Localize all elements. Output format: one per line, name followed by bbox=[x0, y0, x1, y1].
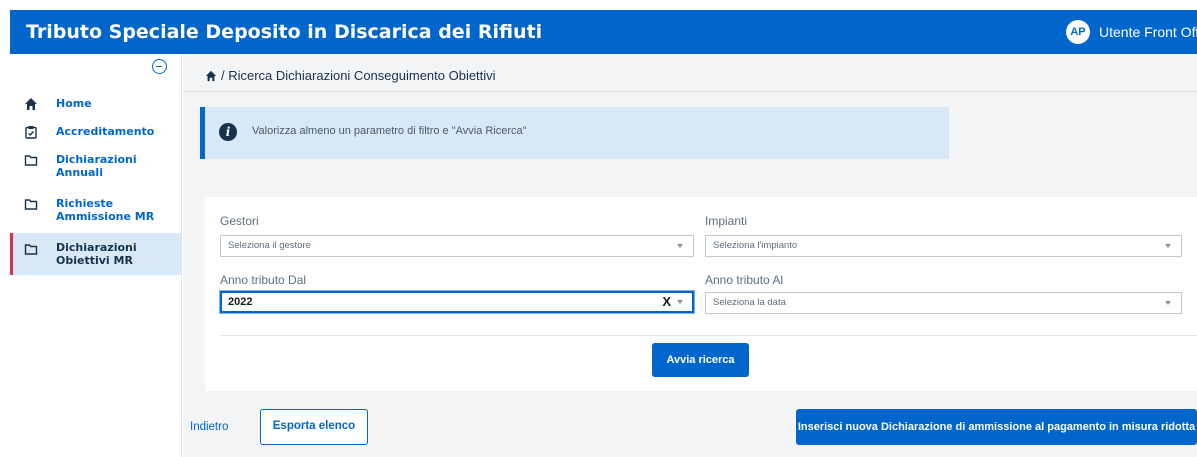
anno-dal-value: 2022 bbox=[228, 296, 253, 308]
main-content: / Ricerca Dichiarazioni Conseguimento Ob… bbox=[183, 54, 1197, 457]
sidebar-item-label: Richieste Ammissione MR bbox=[56, 197, 155, 223]
sidebar-item-richieste-ammissione[interactable]: Richieste Ammissione MR bbox=[10, 192, 181, 226]
anno-al-placeholder: Seleziona la data bbox=[713, 297, 786, 308]
anno-dal-label: Anno tributo Dal bbox=[220, 273, 307, 287]
search-button[interactable]: Avvia ricerca bbox=[652, 343, 749, 377]
anno-dal-select[interactable]: 2022 X bbox=[220, 291, 694, 313]
gestori-placeholder: Seleziona il gestore bbox=[228, 240, 311, 251]
folder-icon bbox=[24, 155, 38, 166]
sidebar-item-dichiarazioni-obiettivi[interactable]: Dichiarazioni Obiettivi MR bbox=[10, 233, 181, 275]
search-form-card: Gestori Seleziona il gestore Impianti Se… bbox=[205, 197, 1197, 391]
user-avatar[interactable]: AP bbox=[1066, 20, 1090, 44]
chevron-down-icon bbox=[1165, 244, 1171, 248]
impianti-placeholder: Seleziona l'impianto bbox=[713, 240, 798, 251]
sidebar-item-dichiarazioni-annuali[interactable]: Dichiarazioni Annuali bbox=[10, 150, 181, 184]
impianti-select[interactable]: Seleziona l'impianto bbox=[705, 235, 1182, 257]
gestori-select[interactable]: Seleziona il gestore bbox=[220, 235, 694, 257]
export-button[interactable]: Esporta elenco bbox=[260, 409, 368, 445]
divider bbox=[183, 91, 1197, 92]
clear-icon[interactable]: X bbox=[662, 293, 671, 311]
sidebar: Home Accreditamento Dichiarazioni Annual… bbox=[10, 54, 182, 457]
impianti-label: Impianti bbox=[705, 214, 748, 228]
breadcrumb: / Ricerca Dichiarazioni Conseguimento Ob… bbox=[205, 68, 496, 83]
chevron-down-icon bbox=[677, 244, 683, 248]
new-declaration-button[interactable]: Inserisci nuova Dichiarazione di ammissi… bbox=[796, 409, 1197, 445]
sidebar-item-label: Accreditamento bbox=[56, 125, 155, 138]
divider bbox=[220, 335, 1197, 336]
home-icon bbox=[25, 98, 37, 110]
gestori-label: Gestori bbox=[220, 214, 259, 228]
back-link[interactable]: Indietro bbox=[190, 421, 228, 433]
sidebar-item-label: Home bbox=[56, 97, 92, 110]
home-icon[interactable] bbox=[205, 70, 217, 82]
chevron-down-icon bbox=[1165, 301, 1171, 305]
chevron-down-icon bbox=[677, 300, 683, 304]
info-alert: i Valorizza almeno un parametro di filtr… bbox=[200, 107, 949, 159]
anno-al-label: Anno tributo Al bbox=[705, 273, 784, 287]
collapse-sidebar-icon[interactable] bbox=[152, 59, 167, 74]
alert-text: Valorizza almeno un parametro di filtro … bbox=[252, 125, 527, 137]
sidebar-item-accreditamento[interactable]: Accreditamento bbox=[10, 122, 181, 142]
app-title: Tributo Speciale Deposito in Discarica d… bbox=[26, 21, 543, 43]
sidebar-item-home[interactable]: Home bbox=[10, 94, 181, 114]
app-header: Tributo Speciale Deposito in Discarica d… bbox=[10, 10, 1197, 54]
breadcrumb-current: / Ricerca Dichiarazioni Conseguimento Ob… bbox=[221, 68, 496, 83]
sidebar-item-label: Dichiarazioni Obiettivi MR bbox=[56, 241, 137, 267]
clipboard-icon bbox=[25, 126, 37, 139]
folder-icon bbox=[24, 199, 38, 210]
folder-icon bbox=[24, 244, 38, 255]
user-name[interactable]: Utente Front Office bbox=[1099, 10, 1197, 54]
sidebar-item-label: Dichiarazioni Annuali bbox=[56, 153, 137, 179]
anno-al-select[interactable]: Seleziona la data bbox=[705, 292, 1182, 314]
info-icon: i bbox=[219, 123, 237, 141]
